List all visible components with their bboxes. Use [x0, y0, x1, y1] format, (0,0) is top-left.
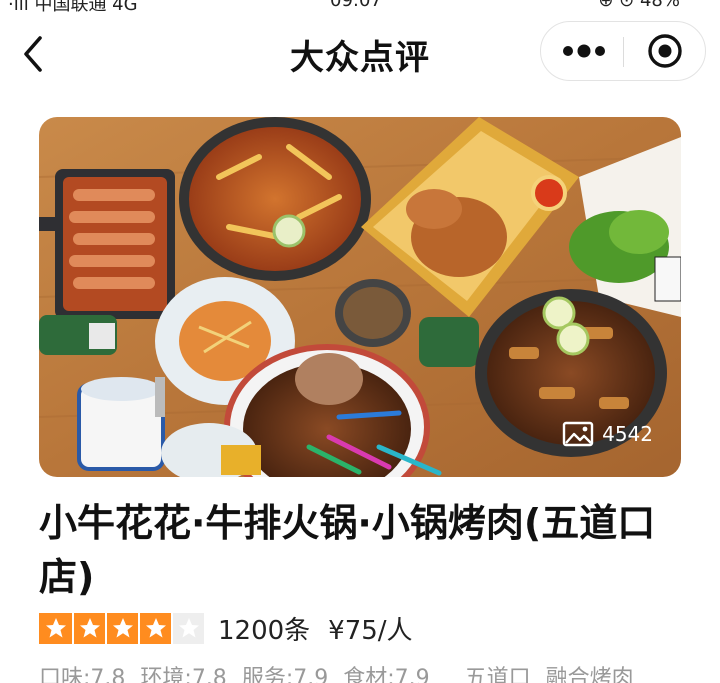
- carrier-signal: ·ııı 中国联通 4G: [8, 0, 138, 14]
- photo-count: 4542: [602, 422, 653, 446]
- star-icon-3: [105, 612, 138, 644]
- shop-area[interactable]: 五道口: [465, 666, 531, 683]
- review-count[interactable]: 1200条: [218, 610, 310, 647]
- close-button[interactable]: [625, 22, 705, 80]
- star-icon-4: [138, 612, 171, 644]
- star-rating: [39, 612, 204, 644]
- average-price: ¥75/人: [328, 615, 413, 646]
- image-icon: [562, 421, 594, 447]
- status-time: 09:07: [330, 0, 382, 11]
- star-icon-5: [171, 612, 204, 644]
- navigation-bar: 大众点评: [0, 14, 720, 94]
- more-button[interactable]: [541, 22, 623, 80]
- mini-program-capsule: [540, 21, 706, 81]
- capsule-divider: [623, 37, 624, 67]
- shop-category[interactable]: 融合烤肉: [546, 666, 634, 683]
- score-environment: 环境:7.8: [140, 666, 227, 683]
- scores-row: 口味:7.8 环境:7.8 服务:7.9 食材:7.9 五道口 融合烤肉: [39, 660, 719, 683]
- rating-row: 1200条 ¥75/人: [39, 608, 413, 648]
- shop-photo[interactable]: 4542: [39, 117, 681, 477]
- status-battery: ⊕ ⊙ 48%: [598, 0, 680, 11]
- status-bar: ·ııı 中国联通 4G 09:07 ⊕ ⊙ 48%: [0, 0, 720, 14]
- shop-name: 小牛花花·牛排火锅·小锅烤肉(五道口店): [39, 501, 656, 599]
- score-taste: 口味:7.8: [39, 666, 126, 683]
- star-icon-2: [72, 612, 105, 644]
- more-dots-icon: [563, 44, 605, 58]
- score-ingredients: 食材:7.9: [343, 666, 430, 683]
- star-icon-1: [39, 612, 72, 644]
- target-close-icon: [648, 34, 682, 68]
- score-service: 服务:7.9: [241, 666, 329, 683]
- photo-count-badge[interactable]: 4542: [562, 417, 653, 451]
